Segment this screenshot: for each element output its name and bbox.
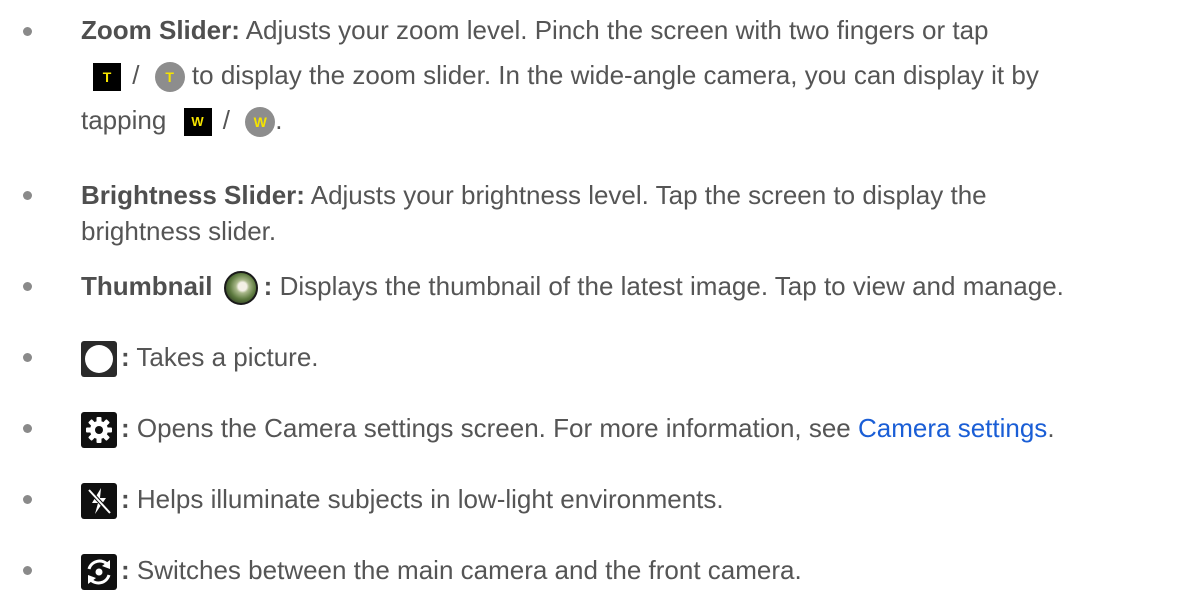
thumbnail-title: Thumbnail: [81, 271, 213, 301]
gear-icon: [81, 412, 117, 449]
switch-camera-text: : Switches between the main camera and t…: [81, 548, 1171, 593]
settings-text: : Opens the Camera settings screen. For …: [81, 406, 1171, 451]
shutter-icon: [81, 341, 117, 378]
zoom-wide-icon: W: [183, 108, 212, 137]
camera-settings-link[interactable]: Camera settings: [858, 413, 1047, 443]
bullet: [23, 191, 32, 200]
bullet: [23, 424, 32, 433]
bullet: [23, 495, 32, 504]
zoom-tele-icon: T: [93, 63, 121, 92]
brightness-slider-title: Brightness Slider:: [81, 180, 305, 210]
zoom-tele-circle-icon: T: [154, 62, 185, 93]
flash-off-icon: [81, 483, 117, 520]
bullet: [23, 353, 32, 362]
zoom-slider-text-line-1: Zoom Slider: Adjusts your zoom level. Pi…: [81, 15, 989, 45]
bullet: [23, 282, 32, 291]
thumbnail-icon: [223, 271, 258, 306]
shutter-text: : Takes a picture.: [81, 335, 1171, 380]
switch-camera-icon: [81, 554, 117, 591]
flash-text: : Helps illuminate subjects in low-light…: [81, 477, 1171, 522]
brightness-slider-text-line-2: brightness slider.: [81, 216, 277, 246]
zoom-slider-title: Zoom Slider:: [81, 15, 240, 45]
zoom-slider-text-line-3: tapping W / W.: [81, 98, 1171, 143]
bullet: [23, 27, 32, 36]
thumbnail-text: Thumbnail : Displays the thumbnail of th…: [81, 264, 1171, 309]
zoom-wide-circle-icon: W: [245, 107, 276, 138]
bullet: [23, 566, 32, 575]
zoom-slider-text-line-2: T / T to display the zoom slider. In the…: [81, 53, 1171, 98]
